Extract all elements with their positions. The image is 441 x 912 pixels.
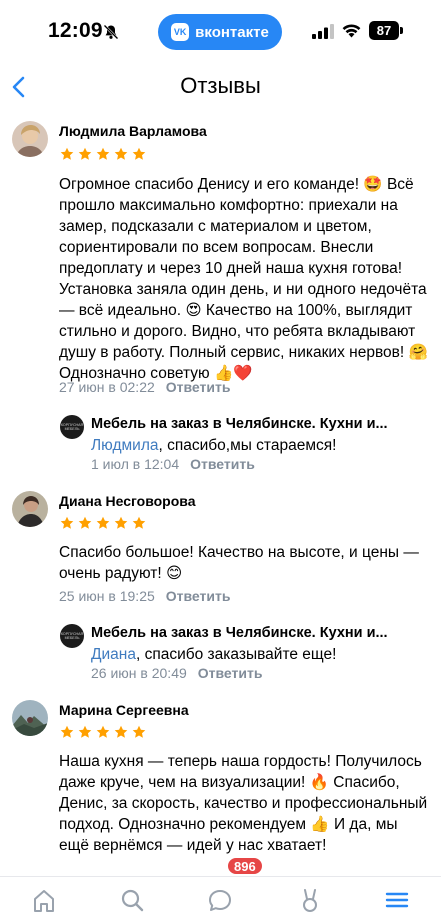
star-icon: [114, 147, 128, 160]
signal-icon: [312, 24, 334, 39]
star-icon: [60, 725, 74, 738]
reply-button[interactable]: Ответить: [166, 588, 231, 604]
star-icon: [132, 725, 146, 738]
star-rating: [60, 725, 146, 739]
avatar[interactable]: [12, 121, 48, 157]
review-meta: 27 июн в 02:22 Ответить: [59, 379, 230, 395]
app-name: вконтакте: [195, 23, 269, 41]
star-icon: [78, 516, 92, 529]
vk-app-pill[interactable]: VK вконтакте: [158, 14, 282, 50]
star-icon: [60, 516, 74, 529]
battery-level: 87: [369, 21, 399, 40]
tab-bar: [0, 876, 441, 912]
star-icon: [132, 147, 146, 160]
star-icon: [96, 516, 110, 529]
review-author[interactable]: Марина Сергеевна: [59, 702, 189, 718]
review-text: Наша кухня — теперь наша гордость! Получ…: [59, 753, 428, 854]
star-icon: [114, 516, 128, 529]
mention-link[interactable]: Людмила: [91, 437, 158, 454]
star-icon: [96, 147, 110, 160]
response-date: 1 июл в 12:04: [91, 456, 180, 472]
nav-header: Отзывы: [0, 64, 441, 112]
org-name[interactable]: Мебель на заказ в Челябинске. Кухни и...: [91, 416, 388, 432]
messages-badge: 896: [226, 856, 264, 876]
status-bar: 12:09 VK вконтакте 87: [0, 0, 441, 62]
star-icon: [78, 725, 92, 738]
org-avatar-text: КОРПУСНАЯ МЕБЕЛЬ: [60, 632, 84, 640]
reply-button[interactable]: Ответить: [166, 379, 231, 395]
review-date: 25 июн в 19:25: [59, 588, 155, 604]
bell-off-icon: [103, 24, 119, 40]
response-date: 26 июн в 20:49: [91, 665, 187, 681]
home-icon[interactable]: [31, 887, 57, 912]
response-text: Людмила, спасибо,мы стараемся!: [91, 437, 336, 455]
reply-button[interactable]: Ответить: [190, 456, 255, 472]
avatar-photo: [12, 491, 48, 527]
star-icon: [96, 725, 110, 738]
star-rating: [60, 516, 146, 530]
response-meta: 26 июн в 20:49 Ответить: [91, 665, 262, 681]
response-body: , спасибо,мы стараемся!: [158, 437, 337, 454]
reply-button[interactable]: Ответить: [198, 665, 263, 681]
response-body: , спасибо заказывайте еще!: [135, 646, 337, 663]
review-text: Огромное спасибо Денису и его команде! 🤩…: [59, 176, 428, 382]
review-text: Спасибо большое! Качество на высоте, и ц…: [59, 544, 419, 582]
avatar[interactable]: [12, 700, 48, 736]
org-name[interactable]: Мебель на заказ в Челябинске. Кухни и...: [91, 625, 388, 641]
review-date: 27 июн в 02:22: [59, 379, 155, 395]
review-meta: 25 июн в 19:25 Ответить: [59, 588, 230, 604]
menu-icon[interactable]: [384, 887, 410, 912]
star-icon: [132, 516, 146, 529]
avatar-photo: [12, 700, 48, 736]
org-avatar[interactable]: КОРПУСНАЯ МЕБЕЛЬ: [60, 624, 84, 648]
page-title: Отзывы: [180, 73, 261, 98]
org-avatar-text: КОРПУСНАЯ МЕБЕЛЬ: [60, 423, 84, 431]
avatar[interactable]: [12, 491, 48, 527]
battery-tip: [400, 27, 403, 34]
messages-icon[interactable]: [207, 887, 233, 912]
search-icon[interactable]: [119, 887, 145, 912]
avatar-photo: [12, 121, 48, 157]
mention-link[interactable]: Диана: [91, 646, 136, 663]
battery-icon: 87: [369, 21, 403, 40]
response-meta: 1 июл в 12:04 Ответить: [91, 456, 255, 472]
response-text: Диана, спасибо заказывайте еще!: [91, 646, 336, 664]
services-icon[interactable]: [297, 887, 323, 912]
star-icon: [60, 147, 74, 160]
org-avatar[interactable]: КОРПУСНАЯ МЕБЕЛЬ: [60, 415, 84, 439]
wifi-icon: [342, 24, 361, 38]
star-rating: [60, 147, 146, 161]
review-author[interactable]: Диана Несговорова: [59, 493, 195, 509]
review-author[interactable]: Людмила Варламова: [59, 123, 207, 139]
star-icon: [78, 147, 92, 160]
star-icon: [114, 725, 128, 738]
clock: 12:09: [48, 19, 103, 42]
vk-logo-icon: VK: [171, 23, 190, 41]
